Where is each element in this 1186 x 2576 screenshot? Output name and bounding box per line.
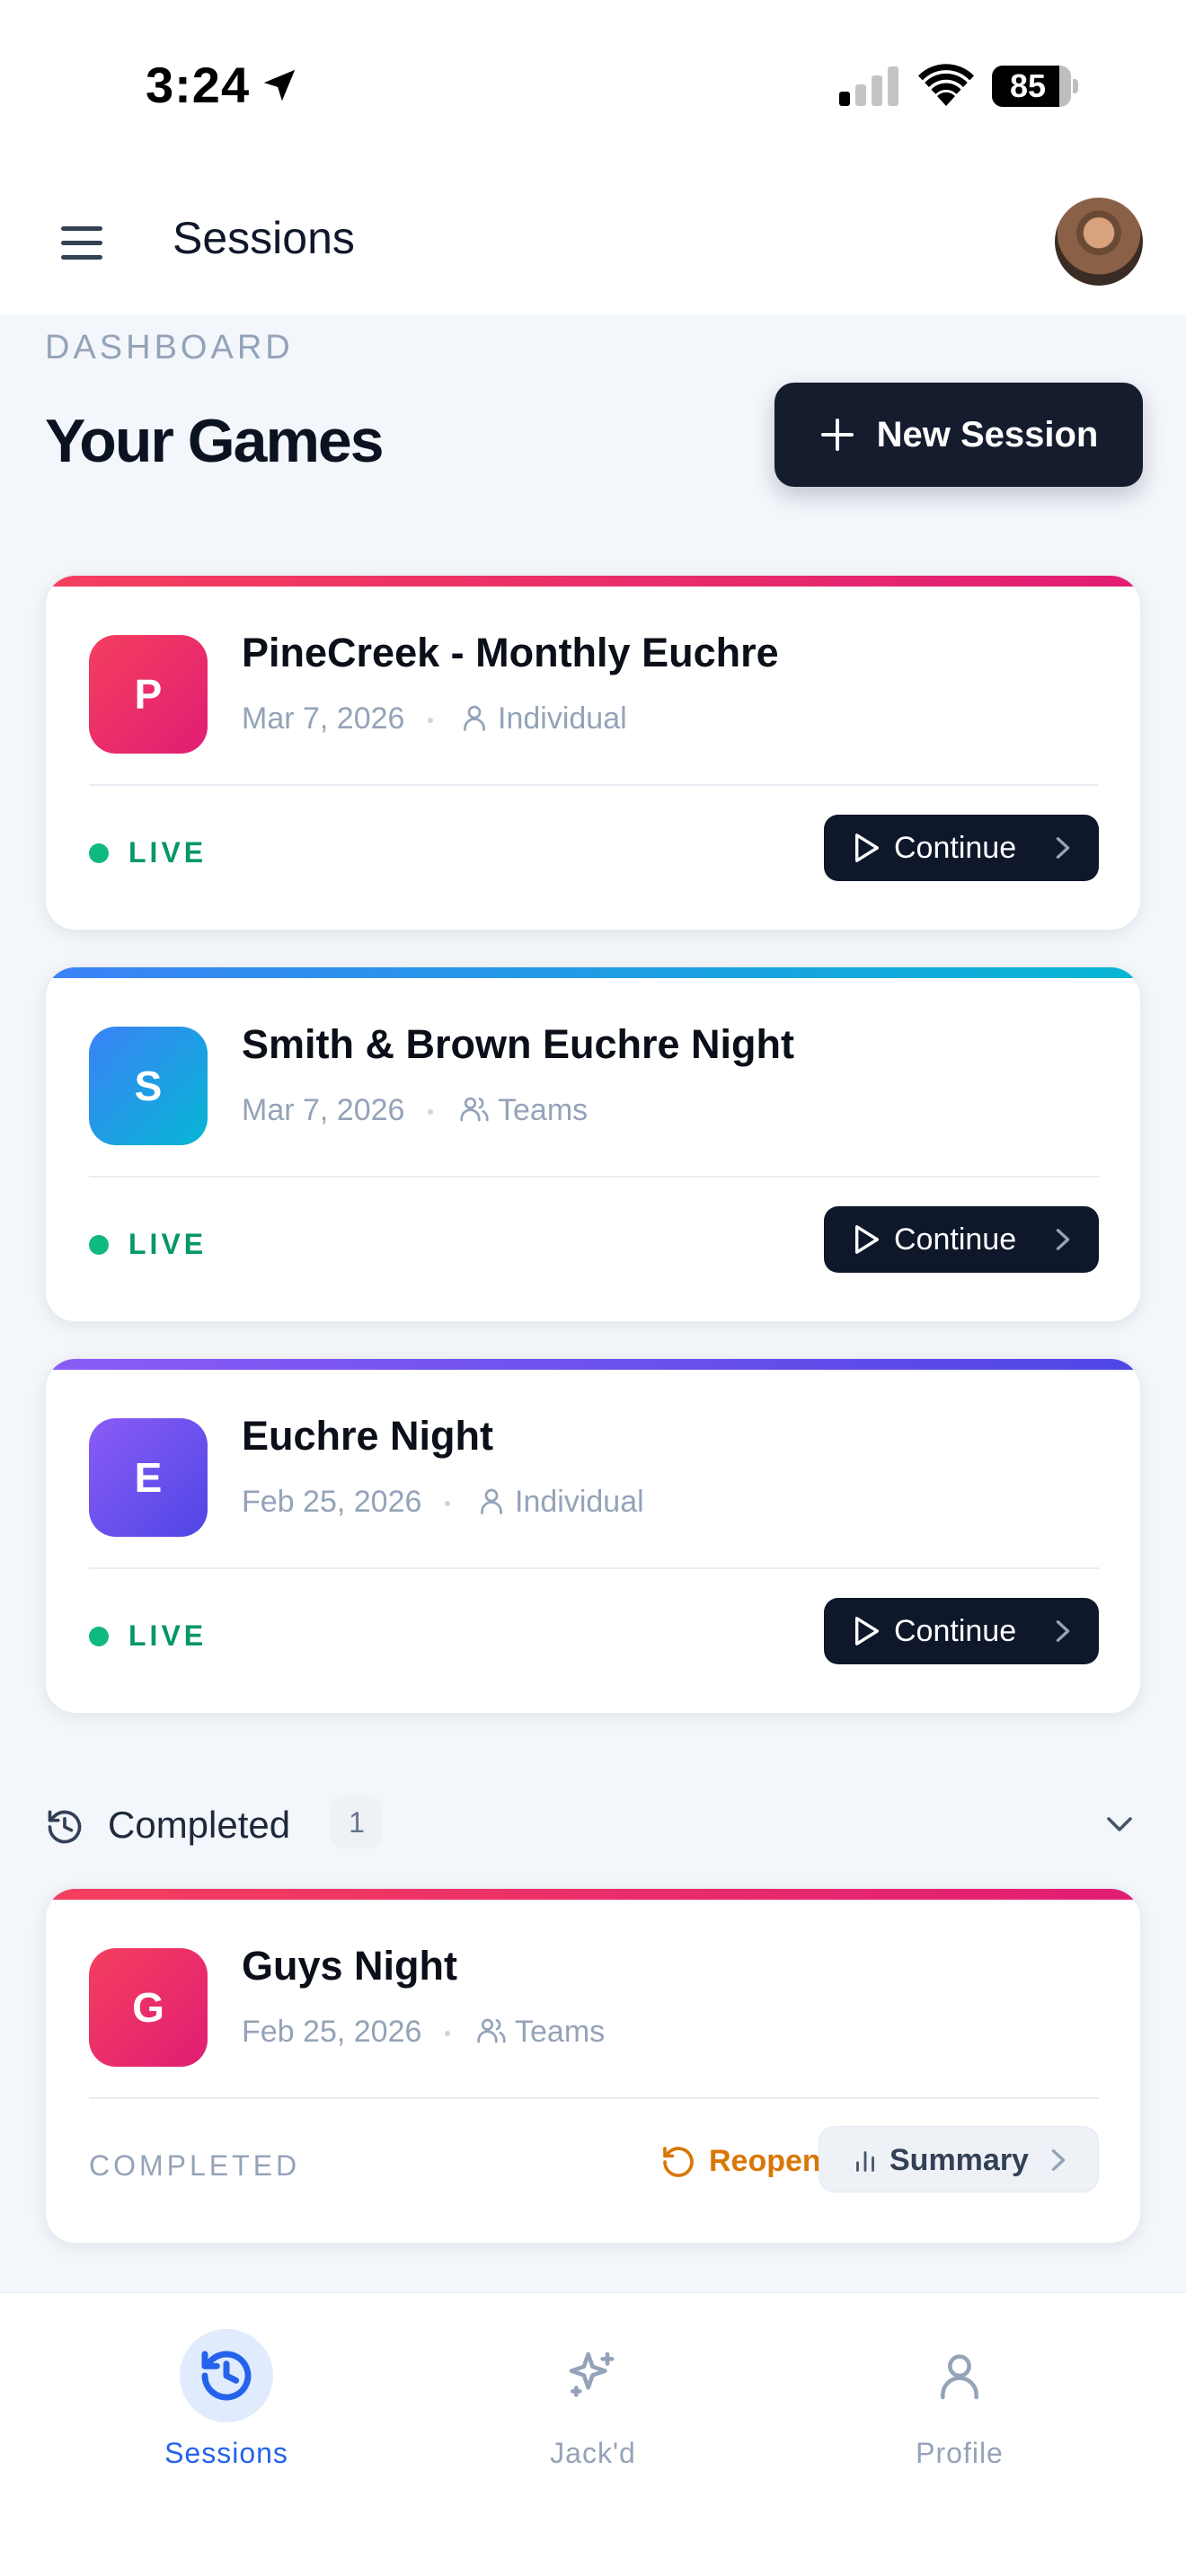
- session-date: Feb 25, 2026: [242, 2015, 422, 2049]
- session-card[interactable]: E Euchre Night Feb 25, 2026 Individual L…: [45, 1358, 1141, 1714]
- continue-label: Continue: [894, 831, 1017, 865]
- summary-label: Summary: [890, 2143, 1029, 2177]
- session-date: Mar 7, 2026: [242, 701, 405, 736]
- plus-icon: [819, 417, 855, 453]
- bar-chart-icon: [856, 2151, 874, 2172]
- meta-separator-dot: [428, 1109, 433, 1115]
- chevron-right-icon: [1056, 1620, 1070, 1642]
- user-icon: [464, 705, 485, 731]
- history-icon: [48, 1810, 82, 1844]
- session-date: Mar 7, 2026: [242, 1093, 405, 1127]
- live-status-label: LIVE: [128, 836, 208, 869]
- completed-count-badge: 1: [331, 1796, 383, 1848]
- session-type: Individual: [515, 1485, 644, 1519]
- session-initial-badge: P: [89, 635, 208, 754]
- live-status-label: LIVE: [128, 1619, 208, 1652]
- status-time: 3:24: [146, 57, 251, 113]
- live-dot: [89, 1234, 109, 1255]
- continue-button[interactable]: Continue: [824, 815, 1099, 881]
- play-icon: [854, 1225, 880, 1254]
- continue-button[interactable]: Continue: [824, 1598, 1099, 1664]
- meta-separator-dot: [428, 718, 433, 723]
- app-header: Sessions: [0, 171, 1186, 314]
- completed-status-label: COMPLETED: [89, 2149, 301, 2182]
- live-status: LIVE: [89, 1228, 207, 1261]
- session-initial-badge: G: [89, 1948, 208, 2067]
- battery-percent: 85: [1009, 67, 1047, 104]
- card-divider: [89, 784, 1099, 786]
- cellular-signal-icon: [839, 66, 898, 106]
- chevron-right-icon: [1056, 837, 1070, 859]
- card-divider: [89, 1176, 1099, 1178]
- location-arrow-icon: [263, 69, 296, 101]
- nav-label: Profile: [916, 2437, 1004, 2469]
- users-icon: [477, 2018, 506, 2043]
- card-accent-stripe: [46, 576, 1140, 587]
- nav-item-profile[interactable]: Profile: [852, 2320, 1067, 2500]
- session-date: Feb 25, 2026: [242, 1485, 422, 1519]
- continue-label: Continue: [894, 1614, 1017, 1648]
- live-status-label: LIVE: [128, 1228, 208, 1260]
- user-icon: [481, 1488, 502, 1514]
- card-divider: [89, 1567, 1099, 1569]
- page-title: Your Games: [45, 407, 385, 475]
- nav-item-jackd[interactable]: Jack'd: [485, 2320, 701, 2500]
- chevron-down-icon: [1107, 1817, 1132, 1831]
- users-icon: [460, 1097, 489, 1122]
- live-status: LIVE: [89, 1619, 207, 1653]
- continue-button[interactable]: Continue: [824, 1206, 1099, 1273]
- battery-indicator: 85: [992, 66, 1078, 107]
- reopen-button[interactable]: Reopen: [614, 2128, 847, 2194]
- rotate-ccw-icon: [663, 2147, 694, 2177]
- user-icon: [941, 2354, 978, 2400]
- session-type: Individual: [498, 701, 627, 736]
- live-status: LIVE: [89, 836, 207, 869]
- meta-separator-dot: [445, 1501, 450, 1506]
- avatar[interactable]: [1055, 198, 1143, 286]
- card-divider: [89, 2097, 1099, 2099]
- card-accent-stripe: [46, 1359, 1140, 1370]
- reopen-label: Reopen: [709, 2144, 821, 2178]
- bottom-navigation: Sessions Jack'd Profile: [0, 2292, 1186, 2576]
- new-session-label: New Session: [876, 414, 1099, 454]
- session-title: Euchre Night: [242, 1413, 494, 1459]
- session-type: Teams: [498, 1093, 589, 1127]
- status-bar: 3:24 85: [0, 0, 1186, 171]
- menu-button[interactable]: [54, 217, 108, 268]
- sparkles-icon: [569, 2351, 615, 2397]
- session-title: PineCreek - Monthly Euchre: [242, 630, 779, 675]
- meta-separator-dot: [445, 2031, 450, 2036]
- live-dot: [89, 842, 109, 863]
- live-dot: [89, 1626, 109, 1646]
- completed-section-toggle[interactable]: Completed 1: [45, 1796, 1143, 1859]
- summary-button[interactable]: Summary: [819, 2126, 1099, 2192]
- chevron-right-icon: [1056, 1229, 1070, 1250]
- completed-session-card[interactable]: G Guys Night Feb 25, 2026 Teams COMPLETE…: [45, 1888, 1141, 2244]
- session-type: Teams: [515, 2015, 606, 2049]
- play-icon: [854, 1617, 880, 1645]
- card-accent-stripe: [46, 967, 1140, 978]
- dashboard-eyebrow: DASHBOARD: [45, 329, 294, 366]
- nav-label: Sessions: [164, 2437, 288, 2469]
- session-initial-badge: S: [89, 1027, 208, 1145]
- header-title: Sessions: [173, 213, 355, 263]
- session-card[interactable]: P PineCreek - Monthly Euchre Mar 7, 2026…: [45, 575, 1141, 931]
- completed-label: Completed: [108, 1804, 291, 1846]
- new-session-button[interactable]: New Session: [774, 383, 1143, 487]
- session-title: Smith & Brown Euchre Night: [242, 1021, 795, 1067]
- wifi-icon: [918, 64, 974, 106]
- session-title: Guys Night: [242, 1943, 458, 1989]
- play-icon: [854, 834, 880, 862]
- chevron-right-icon: [1051, 2149, 1066, 2171]
- nav-item-sessions[interactable]: Sessions: [119, 2320, 334, 2500]
- session-initial-badge: E: [89, 1418, 208, 1537]
- continue-label: Continue: [894, 1222, 1017, 1257]
- nav-label: Jack'd: [550, 2437, 636, 2469]
- session-card[interactable]: S Smith & Brown Euchre Night Mar 7, 2026…: [45, 966, 1141, 1322]
- history-icon: [201, 2351, 252, 2401]
- card-accent-stripe: [46, 1889, 1140, 1900]
